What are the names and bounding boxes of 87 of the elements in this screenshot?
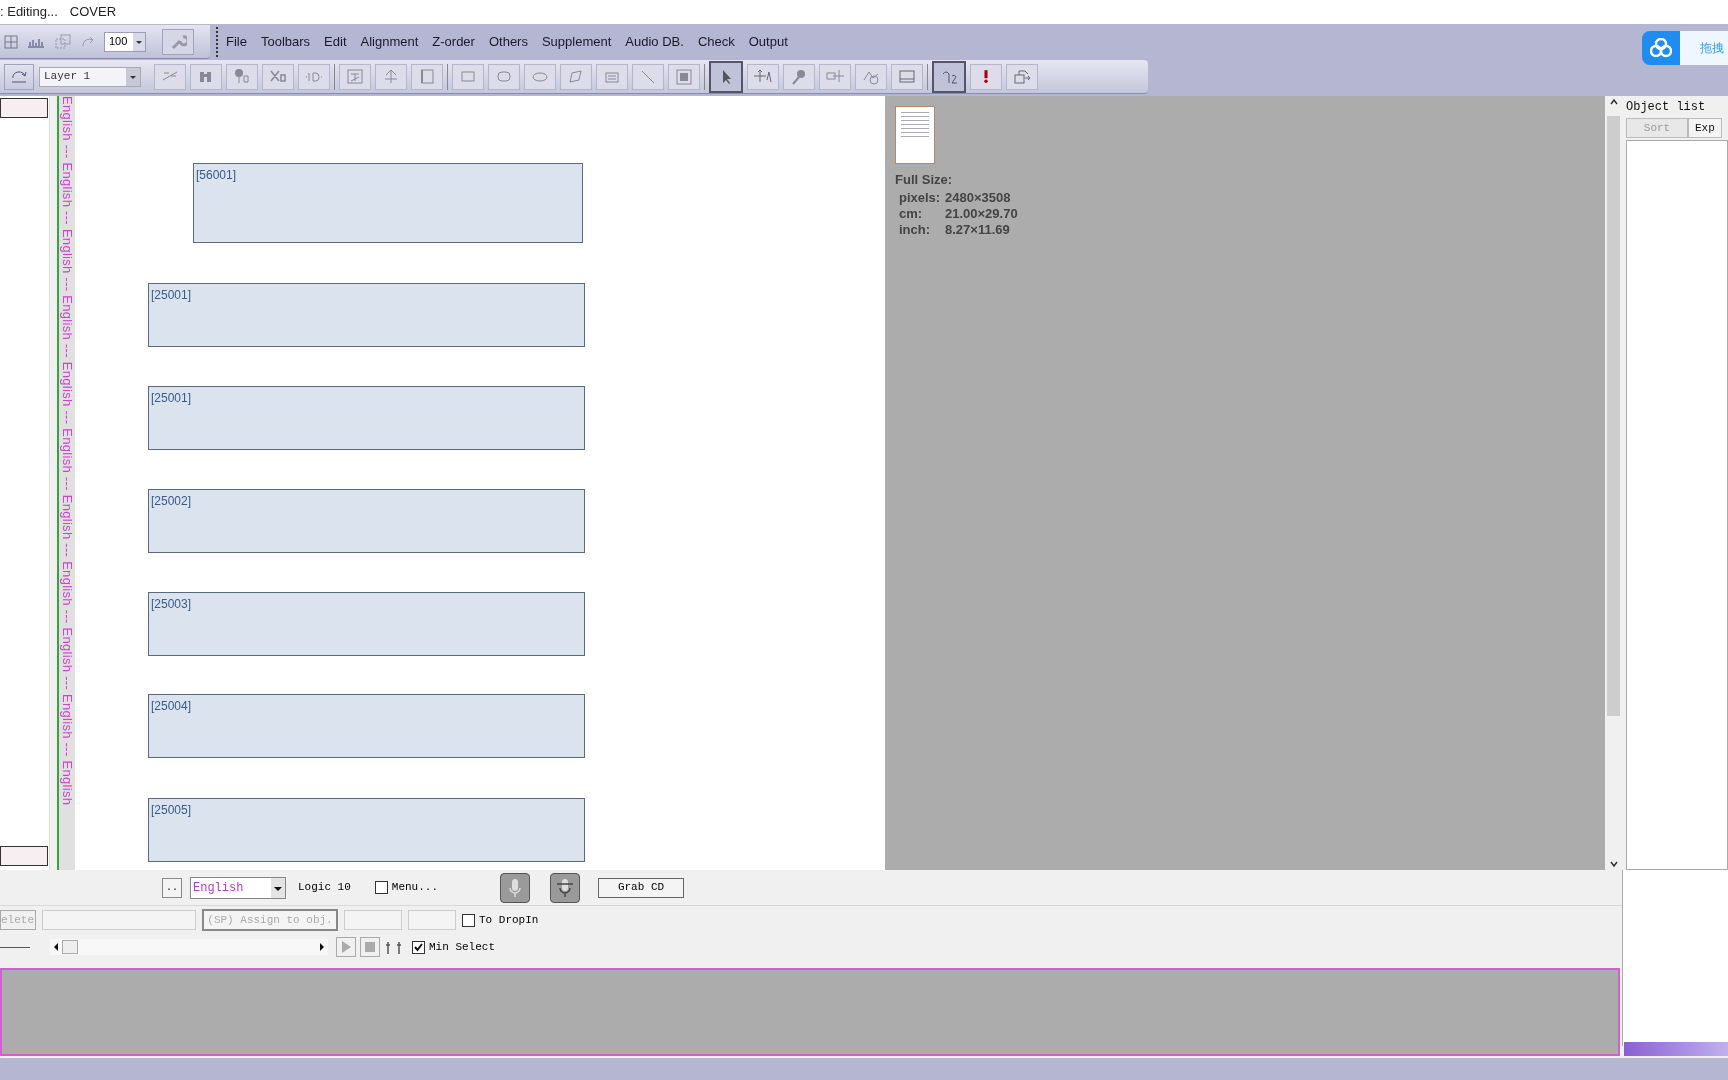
menu-item[interactable]: Output xyxy=(748,32,788,52)
vertical-scrollbar[interactable] xyxy=(1605,96,1622,870)
microphone-icon xyxy=(507,876,524,899)
panel-icon xyxy=(898,67,916,86)
checkbox[interactable] xyxy=(462,913,475,927)
tool-button[interactable] xyxy=(668,63,700,90)
tool-button[interactable] xyxy=(226,63,258,90)
more-button[interactable]: .. xyxy=(162,877,182,898)
scroll-thumb[interactable] xyxy=(1607,116,1620,716)
menu-item[interactable]: Edit xyxy=(324,32,347,52)
text-field[interactable] xyxy=(42,910,196,930)
alert-icon xyxy=(984,70,988,83)
scroll-thumb[interactable] xyxy=(62,940,78,954)
microphone-button[interactable] xyxy=(500,872,531,903)
tool-button[interactable] xyxy=(783,63,815,90)
text-frame[interactable]: [25003] xyxy=(148,592,585,656)
text-frame[interactable]: [25002] xyxy=(148,489,585,553)
polygon-icon xyxy=(567,67,585,86)
menu-item[interactable]: File xyxy=(226,32,247,52)
page-thumbnail[interactable] xyxy=(895,106,935,164)
menu-item[interactable]: Toolbars xyxy=(260,32,311,52)
size-value: 8.27×11.69 xyxy=(945,221,1010,238)
checkbox-label: Menu... xyxy=(391,880,439,896)
play-icon xyxy=(340,940,352,954)
text-frame[interactable]: [25005] xyxy=(148,798,585,862)
name-field[interactable] xyxy=(0,98,48,118)
size-label: inch: xyxy=(899,221,932,238)
microphone-icon xyxy=(790,67,808,86)
size-value: 2480×3508 xyxy=(945,189,1011,206)
menu-item[interactable]: Supplement xyxy=(541,32,612,52)
copy-icon[interactable] xyxy=(54,33,72,50)
size-heading: Full Size: xyxy=(895,171,954,189)
export-icon xyxy=(1013,67,1031,86)
tool-button[interactable] xyxy=(709,60,743,93)
size-label: pixels: xyxy=(899,189,942,206)
window-title: : Editing... xyxy=(0,3,58,22)
tool-button[interactable] xyxy=(747,63,779,90)
text-frame[interactable]: [56001] xyxy=(193,163,583,243)
menu-item[interactable]: Audio DB. xyxy=(625,32,684,52)
checkbox[interactable] xyxy=(412,940,425,954)
tts-button[interactable] xyxy=(550,872,581,903)
panel-title: Object list xyxy=(1626,99,1707,116)
language-dropdown[interactable]: English xyxy=(190,876,286,899)
panel-button[interactable]: Exp xyxy=(1688,118,1722,138)
checkbox-label: To DropIn xyxy=(479,912,539,928)
language-label: English --- English --- English --- English --- English --- English --- English --- English --- English --- English --- English xyxy=(59,96,75,808)
picture-frame-icon xyxy=(675,67,693,86)
wrench-button[interactable] xyxy=(162,28,194,55)
horizontal-scrollbar[interactable] xyxy=(50,939,328,955)
menu-item[interactable]: Z-order xyxy=(432,32,475,52)
document-icon xyxy=(418,67,436,86)
checkbox-label: Min Select xyxy=(429,939,495,955)
cloud-label: 拖拽 xyxy=(1700,40,1724,57)
zoom-field[interactable]: 100 xyxy=(104,31,146,52)
tool-button[interactable] xyxy=(970,63,1002,90)
text-field[interactable] xyxy=(344,910,402,930)
logic-label: Logic 10 xyxy=(298,880,351,896)
microphone-icon xyxy=(555,876,576,899)
play-button[interactable] xyxy=(336,937,356,957)
checkbox[interactable] xyxy=(374,881,388,894)
text-field[interactable] xyxy=(408,910,456,930)
document-name: COVER xyxy=(69,3,117,22)
tool-button[interactable] xyxy=(190,63,222,90)
tool-button[interactable] xyxy=(932,60,966,93)
menu-item[interactable]: Alignment xyxy=(360,32,419,52)
grab-cd-button[interactable]: Grab CD xyxy=(598,877,685,898)
menu-item[interactable]: Others xyxy=(488,32,528,52)
size-label: cm: xyxy=(899,205,924,222)
menu-item[interactable]: Check xyxy=(697,32,735,52)
size-value: 21.00×29.70 xyxy=(945,205,1018,222)
text-frame[interactable]: [25004] xyxy=(148,694,585,758)
text-frame[interactable]: [25001] xyxy=(148,283,585,347)
layer-dropdown[interactable]: Layer 1 xyxy=(39,66,141,87)
refresh-icon xyxy=(10,69,28,84)
wrench-icon xyxy=(169,32,187,51)
tool-button[interactable] xyxy=(262,63,294,90)
grid-icon[interactable] xyxy=(4,34,18,49)
text-frame[interactable]: [25001] xyxy=(148,386,585,450)
name-field[interactable] xyxy=(0,846,48,866)
upload-icon xyxy=(382,67,400,86)
stop-icon xyxy=(365,942,375,952)
object-list[interactable] xyxy=(1626,140,1728,870)
tool-button[interactable] xyxy=(411,63,443,90)
text-frame-icon xyxy=(346,67,364,86)
refresh-button[interactable] xyxy=(4,63,34,90)
cloud-icon xyxy=(1650,38,1672,58)
pin-icon xyxy=(233,67,251,86)
